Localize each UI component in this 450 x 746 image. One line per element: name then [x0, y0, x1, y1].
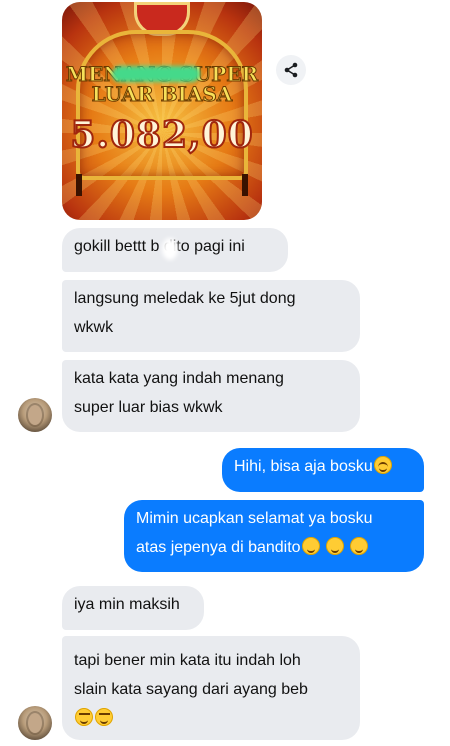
message-text: Hihi, bisa aja bosku — [234, 458, 373, 475]
message-bubble-outgoing[interactable]: Hihi, bisa aja bosku — [222, 448, 424, 492]
star-struck-emoji-icon — [350, 537, 369, 555]
message-bubble-incoming[interactable]: tapi bener min kata itu indah loh slain … — [62, 636, 360, 740]
rolling-laughing-emoji-icon — [95, 708, 113, 726]
message-text-line1: langsung meledak ke 5jut dong — [74, 290, 296, 307]
image-win-amount: 5.082,00 — [69, 113, 254, 157]
message-text-line2: atas jepenya di bandito — [136, 539, 301, 556]
image-lamp-left — [76, 174, 82, 196]
avatar-face — [28, 405, 42, 425]
image-banner-line2: LUAR BIASA — [91, 82, 233, 107]
message-text-line2: wkwk — [74, 319, 114, 336]
message-bubble-incoming[interactable]: iya min maksih — [62, 586, 204, 630]
message-bubble-outgoing[interactable]: Mimin ucapkan selamat ya bosku atas jepe… — [124, 500, 424, 572]
smiling-blush-emoji-icon — [373, 456, 392, 474]
rolling-laughing-emoji-icon — [75, 708, 93, 726]
message-text-line1: tapi bener min kata itu indah loh — [74, 652, 301, 669]
image-mask — [112, 66, 200, 82]
message-text: iya min maksih — [74, 596, 180, 613]
share-icon — [284, 62, 298, 78]
avatar-face — [28, 713, 42, 733]
message-bubble-incoming[interactable]: kata kata yang indah menang super luar b… — [62, 360, 360, 432]
sender-avatar[interactable] — [18, 398, 52, 432]
share-button[interactable] — [276, 55, 306, 85]
redaction-blot — [162, 238, 178, 260]
message-text-line1: kata kata yang indah menang — [74, 370, 284, 387]
message-bubble-incoming[interactable]: langsung meledak ke 5jut dong wkwk — [62, 280, 360, 352]
message-text-line2: super luar bias wkwk — [74, 399, 223, 416]
sender-avatar[interactable] — [18, 706, 52, 740]
message-text-line2: slain kata sayang dari ayang beb — [74, 681, 308, 698]
message-text: gokill bettt b dito pagi ini — [74, 238, 245, 255]
message-text-line1: Mimin ucapkan selamat ya bosku — [136, 510, 373, 527]
star-struck-emoji-icon — [326, 537, 345, 555]
star-struck-emoji-icon — [301, 537, 320, 555]
image-lamp-right — [242, 174, 248, 196]
image-message[interactable]: MENANG SUPER LUAR BIASA 5.082,00 — [62, 2, 262, 220]
